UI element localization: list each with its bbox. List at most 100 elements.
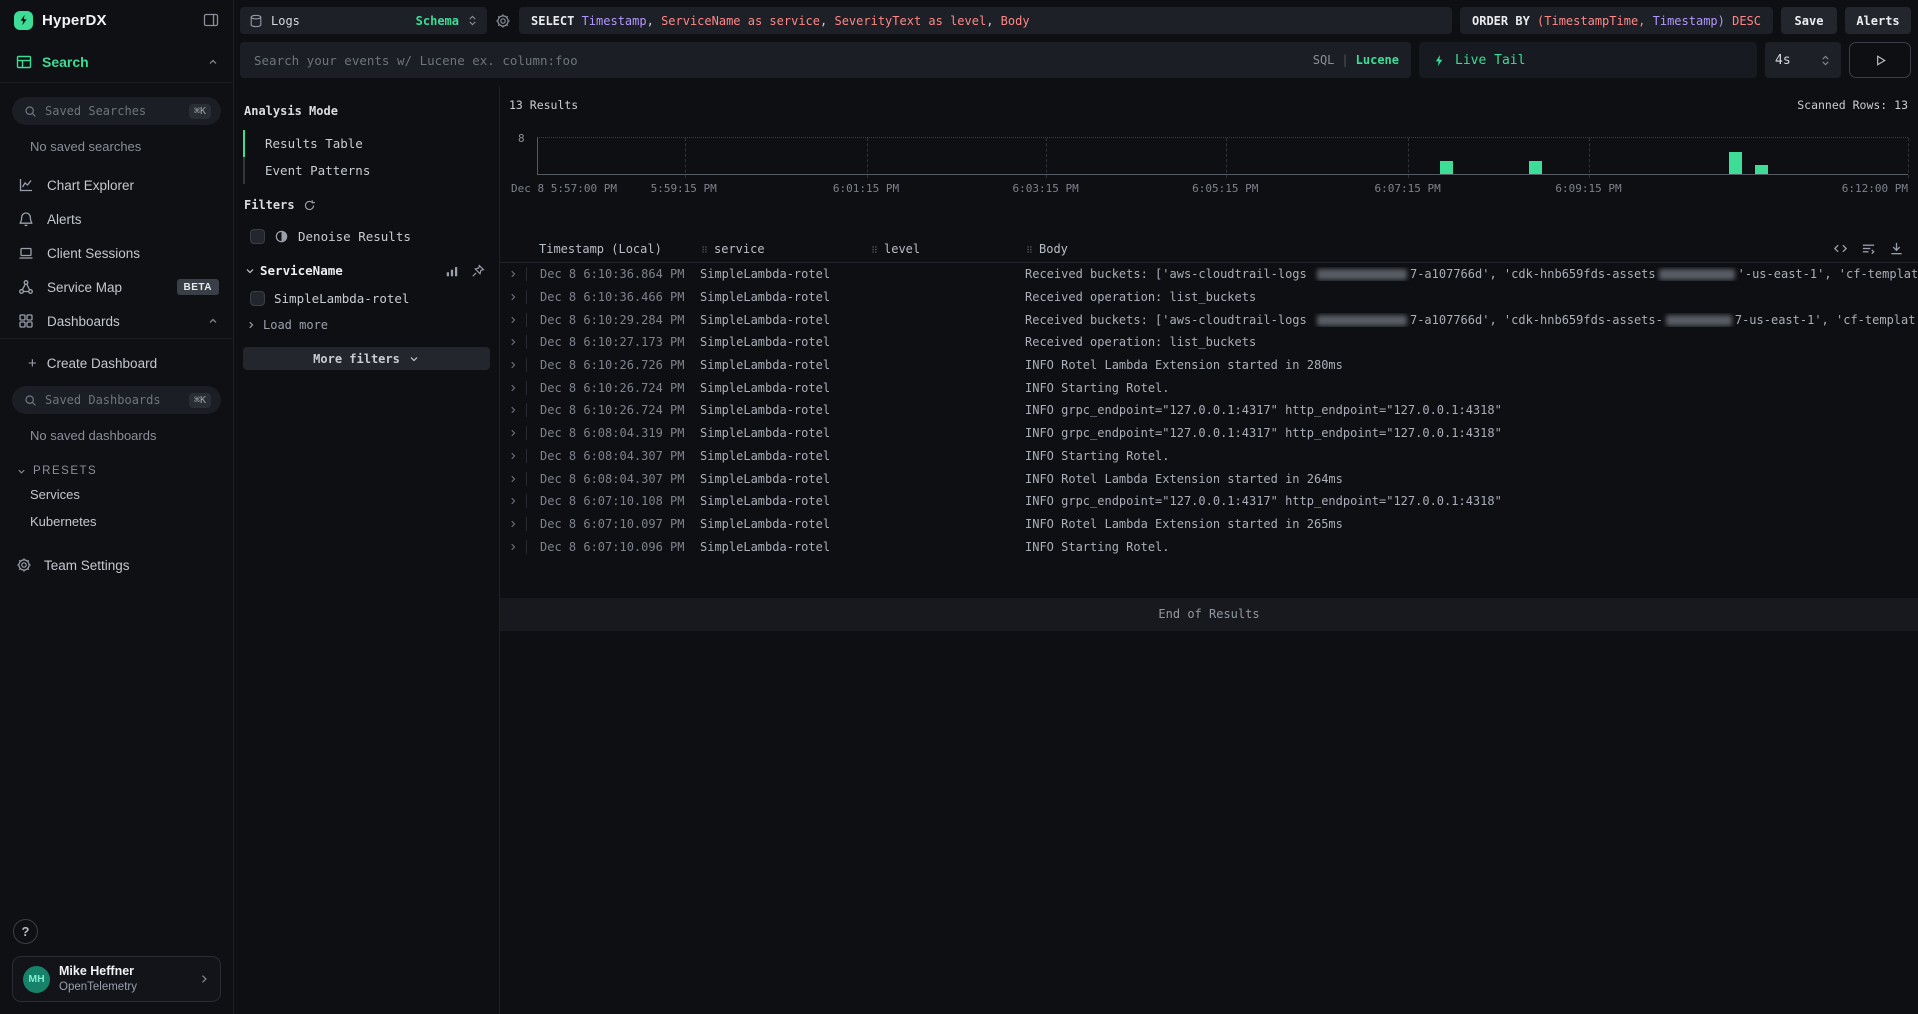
language-toggle[interactable]: SQL | Lucene <box>1313 53 1399 67</box>
table-row[interactable]: Dec 8 6:07:10.096 PMSimpleLambda-rotelIN… <box>500 535 1918 558</box>
preset-item-services[interactable]: Services <box>0 477 233 504</box>
sql-query-input[interactable]: SELECT Timestamp, ServiceName as service… <box>519 7 1452 34</box>
help-button[interactable]: ? <box>13 919 38 944</box>
table-row[interactable]: Dec 8 6:10:36.864 PMSimpleLambda-rotelRe… <box>500 263 1918 286</box>
denoise-results-option[interactable]: Denoise Results <box>234 222 499 251</box>
facet-value-row[interactable]: SimpleLambda-rotel <box>234 284 499 313</box>
histogram-bar[interactable] <box>1440 161 1453 175</box>
chart-plot <box>537 137 1908 175</box>
histogram-bar[interactable] <box>1755 165 1768 174</box>
sidebar-item-search[interactable]: Search <box>0 40 233 82</box>
row-expand-icon[interactable] <box>500 428 526 438</box>
bar-chart-icon[interactable] <box>445 264 459 278</box>
chevron-up-icon[interactable] <box>207 315 219 327</box>
presets-label: PRESETS <box>33 465 97 477</box>
row-expand-icon[interactable] <box>500 519 526 529</box>
row-expand-icon[interactable] <box>500 496 526 506</box>
order-by-text: ORDER BY (TimestampTime, Timestamp) DESC <box>1472 14 1761 28</box>
app-root: HyperDX Search Saved Searches ⌘K No save… <box>0 0 1918 1014</box>
team-settings-button[interactable]: Team Settings <box>0 531 233 573</box>
load-more-button[interactable]: Load more <box>234 313 499 337</box>
row-expand-icon[interactable] <box>500 292 526 302</box>
drag-handle-icon[interactable] <box>1025 244 1034 255</box>
code-icon[interactable] <box>1833 241 1848 256</box>
facet-checkbox[interactable] <box>250 291 265 306</box>
sidebar-item-client-sessions[interactable]: Client Sessions <box>0 236 233 270</box>
updown-chevron-icon <box>1820 54 1831 67</box>
mode-results-table[interactable]: Results Table <box>243 130 499 157</box>
chart-gridline <box>1589 138 1590 178</box>
nav-label: Dashboards <box>47 314 194 329</box>
table-row[interactable]: Dec 8 6:10:26.724 PMSimpleLambda-rotelIN… <box>500 376 1918 399</box>
sidebar-item-alerts[interactable]: Alerts <box>0 202 233 236</box>
analysis-mode-label: Analysis Mode <box>234 96 499 128</box>
table-row[interactable]: Dec 8 6:10:26.724 PMSimpleLambda-rotelIN… <box>500 399 1918 422</box>
table-row[interactable]: Dec 8 6:08:04.319 PMSimpleLambda-rotelIN… <box>500 422 1918 445</box>
col-timestamp[interactable]: Timestamp (Local) <box>526 242 700 256</box>
right-column: Logs Schema SELECT Timestamp, ServiceNam… <box>234 0 1918 1014</box>
row-expand-icon[interactable] <box>500 542 526 552</box>
denoise-checkbox[interactable] <box>250 229 265 244</box>
histogram-bar[interactable] <box>1729 152 1742 175</box>
sidebar-item-chart-explorer[interactable]: Chart Explorer <box>0 168 233 202</box>
drag-handle-icon[interactable] <box>700 244 709 255</box>
search-input[interactable]: Search your events w/ Lucene ex. column:… <box>240 42 1411 78</box>
row-expand-icon[interactable] <box>500 405 526 415</box>
play-button[interactable] <box>1849 42 1911 78</box>
wrap-lines-icon[interactable] <box>1861 241 1876 256</box>
sql-option[interactable]: SQL <box>1313 53 1335 67</box>
x-tick-label: 5:59:15 PM <box>651 182 717 195</box>
row-expand-icon[interactable] <box>500 337 526 347</box>
table-row[interactable]: Dec 8 6:08:04.307 PMSimpleLambda-rotelIN… <box>500 467 1918 490</box>
saved-searches-input[interactable]: Saved Searches ⌘K <box>12 97 221 125</box>
preset-item-kubernetes[interactable]: Kubernetes <box>0 504 233 531</box>
presets-toggle[interactable]: PRESETS <box>0 447 233 477</box>
save-button[interactable]: Save <box>1781 7 1837 34</box>
row-expand-icon[interactable] <box>500 474 526 484</box>
order-by-input[interactable]: ORDER BY (TimestampTime, Timestamp) DESC <box>1460 7 1773 34</box>
search-placeholder: Search your events w/ Lucene ex. column:… <box>254 53 1313 68</box>
table-row[interactable]: Dec 8 6:10:27.173 PMSimpleLambda-rotelRe… <box>500 331 1918 354</box>
col-level[interactable]: level <box>870 242 1025 256</box>
histogram-bar[interactable] <box>1529 161 1542 175</box>
drag-handle-icon[interactable] <box>870 244 879 255</box>
interval-value: 4s <box>1775 53 1820 68</box>
denoise-label: Denoise Results <box>298 229 411 244</box>
collapse-sidebar-icon[interactable] <box>203 12 219 28</box>
create-dashboard-button[interactable]: + Create Dashboard <box>0 339 233 372</box>
row-expand-icon[interactable] <box>500 383 526 393</box>
table-row[interactable]: Dec 8 6:10:36.466 PMSimpleLambda-rotelRe… <box>500 286 1918 309</box>
lucene-option[interactable]: Lucene <box>1356 53 1399 67</box>
table-row[interactable]: Dec 8 6:07:10.108 PMSimpleLambda-rotelIN… <box>500 490 1918 513</box>
saved-searches-placeholder: Saved Searches <box>45 104 181 118</box>
live-tail-button[interactable]: Live Tail <box>1419 42 1757 78</box>
row-expand-icon[interactable] <box>500 451 526 461</box>
table-row[interactable]: Dec 8 6:10:26.726 PMSimpleLambda-rotelIN… <box>500 354 1918 377</box>
sidebar-item-dashboards[interactable]: Dashboards <box>0 304 233 338</box>
refresh-interval-select[interactable]: 4s <box>1765 42 1841 78</box>
saved-dashboards-input[interactable]: Saved Dashboards ⌘K <box>12 386 221 414</box>
chevron-up-icon[interactable] <box>207 56 219 68</box>
nav-label: Service Map <box>47 280 164 295</box>
row-expand-icon[interactable] <box>500 315 526 325</box>
download-icon[interactable] <box>1889 241 1904 256</box>
gear-icon[interactable] <box>495 13 511 29</box>
row-expand-icon[interactable] <box>500 360 526 370</box>
more-filters-button[interactable]: More filters <box>243 347 490 370</box>
row-expand-icon[interactable] <box>500 269 526 279</box>
x-tick-label: 6:05:15 PM <box>1192 182 1258 195</box>
user-card[interactable]: MH Mike Heffner OpenTelemetry <box>12 956 221 1002</box>
plus-icon: + <box>28 355 37 372</box>
table-row[interactable]: Dec 8 6:07:10.097 PMSimpleLambda-rotelIN… <box>500 513 1918 536</box>
refresh-icon[interactable] <box>303 199 316 212</box>
mode-event-patterns[interactable]: Event Patterns <box>243 157 499 184</box>
source-select[interactable]: Logs Schema <box>240 7 487 34</box>
pin-icon[interactable] <box>471 264 485 278</box>
sidebar-item-service-map[interactable]: Service Map BETA <box>0 270 233 304</box>
chevron-down-icon[interactable] <box>244 265 256 277</box>
table-row[interactable]: Dec 8 6:08:04.307 PMSimpleLambda-rotelIN… <box>500 445 1918 468</box>
table-row[interactable]: Dec 8 6:10:29.284 PMSimpleLambda-rotelRe… <box>500 308 1918 331</box>
col-body[interactable]: Body <box>1025 242 1918 256</box>
col-service[interactable]: service <box>700 242 870 256</box>
alerts-button[interactable]: Alerts <box>1845 7 1911 34</box>
